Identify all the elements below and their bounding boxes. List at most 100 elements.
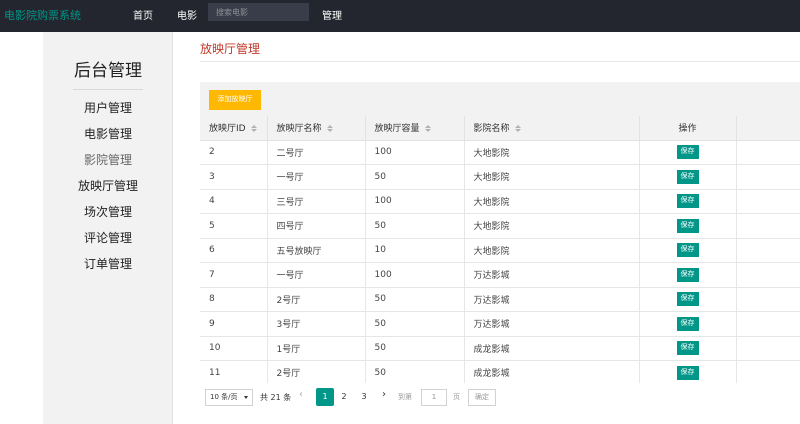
- cell-filler: [736, 262, 800, 288]
- sidebar-item-comments[interactable]: 评论管理: [43, 229, 173, 246]
- page-number-2[interactable]: 2: [335, 388, 353, 406]
- cell-actions: 保存: [639, 238, 737, 263]
- cell-hall-id: 7: [200, 262, 268, 288]
- nav-admin-link[interactable]: 管理: [322, 7, 342, 22]
- cell-filler: [736, 140, 800, 165]
- sidebar-item-users[interactable]: 用户管理: [43, 99, 173, 116]
- table-row: 7 一号厅 100 万达影城 保存: [200, 262, 800, 288]
- hall-table-panel: 添加放映厅 放映厅ID 放映厅名称 放映厅容量 影院名称 操作 2 二号厅 10…: [200, 82, 800, 412]
- search-input[interactable]: [208, 3, 309, 21]
- cell-filler: [736, 213, 800, 239]
- sidebar-item-sessions[interactable]: 场次管理: [43, 203, 173, 220]
- nav-home-link[interactable]: 首页: [133, 7, 153, 22]
- cell-cinema: 成龙影城: [464, 336, 640, 361]
- cell-capacity: 100: [365, 262, 465, 288]
- cell-actions: 保存: [639, 262, 737, 288]
- column-header-id[interactable]: 放映厅ID: [200, 116, 268, 141]
- table-row: 5 四号厅 50 大地影院 保存: [200, 213, 800, 239]
- column-header-filler: [736, 116, 800, 141]
- cell-actions: 保存: [639, 311, 737, 337]
- cell-hall-id: 5: [200, 213, 268, 239]
- sidebar-title: 后台管理: [74, 61, 142, 81]
- next-page-icon[interactable]: ›: [382, 389, 386, 400]
- cell-actions: 保存: [639, 213, 737, 239]
- admin-sidebar: 后台管理 用户管理 电影管理 影院管理 放映厅管理 场次管理 评论管理 订单管理: [43, 32, 173, 424]
- cell-cinema: 大地影院: [464, 189, 640, 214]
- save-button[interactable]: 保存: [676, 169, 699, 184]
- hall-table: 放映厅ID 放映厅名称 放映厅容量 影院名称 操作 2 二号厅 100 大地影院…: [200, 116, 800, 386]
- cell-cinema: 万达影城: [464, 262, 640, 288]
- add-hall-button[interactable]: 添加放映厅: [209, 90, 261, 110]
- page-number-1[interactable]: 1: [316, 388, 334, 406]
- cell-capacity: 100: [365, 189, 465, 214]
- column-header-name[interactable]: 放映厅名称: [267, 116, 366, 141]
- sidebar-item-cinemas[interactable]: 影院管理: [43, 151, 173, 168]
- cell-capacity: 50: [365, 213, 465, 239]
- cell-actions: 保存: [639, 336, 737, 361]
- cell-hall-id: 6: [200, 238, 268, 263]
- cell-cinema: 大地影院: [464, 238, 640, 263]
- cell-hall-id: 10: [200, 336, 268, 361]
- save-button[interactable]: 保存: [676, 145, 699, 160]
- top-nav-bar: 电影院购票系统 首页 电影 管理: [0, 0, 800, 32]
- save-button[interactable]: 保存: [676, 194, 699, 209]
- title-divider: [200, 61, 800, 62]
- goto-page-input[interactable]: 1: [421, 389, 447, 406]
- cell-hall-name: 一号厅: [267, 262, 366, 288]
- cell-capacity: 50: [365, 360, 465, 386]
- goto-confirm-button[interactable]: 确定: [468, 389, 496, 406]
- sort-icon[interactable]: [514, 125, 521, 133]
- column-header-capacity[interactable]: 放映厅容量: [365, 116, 465, 141]
- cell-cinema: 大地影院: [464, 140, 640, 165]
- cell-filler: [736, 189, 800, 214]
- save-button[interactable]: 保存: [676, 365, 699, 380]
- cell-cinema: 万达影城: [464, 287, 640, 312]
- column-header-cinema[interactable]: 影院名称: [464, 116, 640, 141]
- cell-cinema: 大地影院: [464, 164, 640, 190]
- page-title: 放映厅管理: [200, 42, 261, 56]
- cell-hall-id: 4: [200, 189, 268, 214]
- cell-hall-id: 2: [200, 140, 268, 165]
- cell-hall-name: 四号厅: [267, 213, 366, 239]
- cell-filler: [736, 360, 800, 386]
- cell-cinema: 大地影院: [464, 213, 640, 239]
- sidebar-item-movies[interactable]: 电影管理: [43, 125, 173, 142]
- cell-filler: [736, 287, 800, 312]
- page-number-3[interactable]: 3: [355, 388, 373, 406]
- cell-filler: [736, 311, 800, 337]
- sort-icon[interactable]: [250, 125, 257, 133]
- total-count: 共 21 条: [260, 393, 292, 402]
- cell-capacity: 50: [365, 336, 465, 361]
- save-button[interactable]: 保存: [676, 218, 699, 233]
- cell-actions: 保存: [639, 360, 737, 386]
- goto-label: 到第: [398, 393, 412, 401]
- sort-icon[interactable]: [424, 125, 431, 133]
- cell-capacity: 50: [365, 311, 465, 337]
- save-button[interactable]: 保存: [676, 316, 699, 331]
- save-button[interactable]: 保存: [676, 243, 699, 258]
- cell-hall-name: 三号厅: [267, 189, 366, 214]
- table-row: 9 3号厅 50 万达影城 保存: [200, 311, 800, 337]
- save-button[interactable]: 保存: [676, 292, 699, 307]
- brand-logo[interactable]: 电影院购票系统: [4, 7, 81, 23]
- cell-capacity: 50: [365, 164, 465, 190]
- table-row: 2 二号厅 100 大地影院 保存: [200, 140, 800, 165]
- cell-cinema: 成龙影城: [464, 360, 640, 386]
- cell-hall-id: 9: [200, 311, 268, 337]
- cell-hall-id: 11: [200, 360, 268, 386]
- cell-capacity: 100: [365, 140, 465, 165]
- cell-capacity: 50: [365, 287, 465, 312]
- nav-movie-link[interactable]: 电影: [177, 7, 197, 22]
- cell-hall-name: 一号厅: [267, 164, 366, 190]
- page-size-select[interactable]: 10 条/页: [205, 389, 253, 406]
- save-button[interactable]: 保存: [676, 341, 699, 356]
- cell-filler: [736, 336, 800, 361]
- prev-page-icon[interactable]: ‹: [299, 389, 303, 400]
- cell-actions: 保存: [639, 140, 737, 165]
- sort-icon[interactable]: [326, 125, 333, 133]
- cell-actions: 保存: [639, 189, 737, 214]
- table-row: 4 三号厅 100 大地影院 保存: [200, 189, 800, 214]
- sidebar-item-orders[interactable]: 订单管理: [43, 255, 173, 272]
- sidebar-item-halls[interactable]: 放映厅管理: [43, 177, 173, 194]
- save-button[interactable]: 保存: [676, 267, 699, 282]
